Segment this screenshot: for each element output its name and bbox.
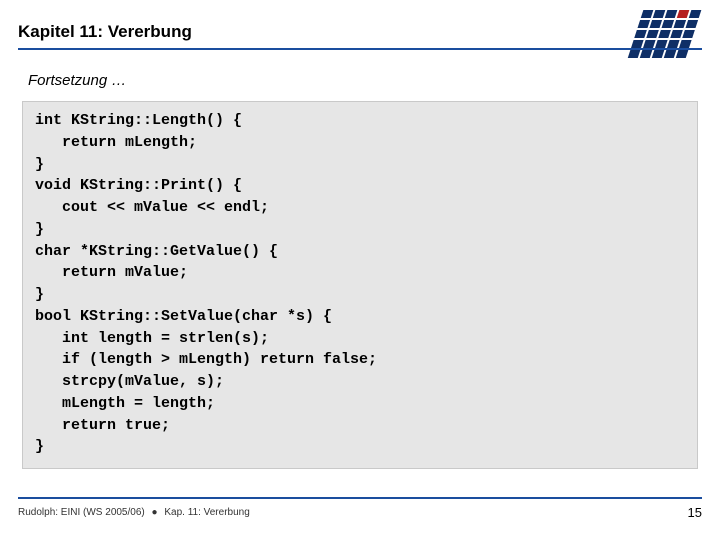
- slide-footer: Rudolph: EINI (WS 2005/06) ● Kap. 11: Ve…: [0, 499, 720, 520]
- logo-graphic: [616, 8, 706, 63]
- slide-header: Kapitel 11: Vererbung: [0, 0, 720, 58]
- footer-bullet: ●: [148, 507, 162, 518]
- footer-author: Rudolph: EINI (WS 2005/06): [18, 507, 145, 518]
- code-listing: int KString::Length() { return mLength; …: [22, 101, 698, 469]
- footer-chapter: Kap. 11: Vererbung: [164, 507, 249, 518]
- footer-left: Rudolph: EINI (WS 2005/06) ● Kap. 11: Ve…: [18, 507, 250, 518]
- header-divider: [18, 48, 702, 50]
- chapter-title: Kapitel 11: Vererbung: [18, 22, 702, 42]
- page-number: 15: [688, 505, 702, 520]
- continuation-label: Fortsetzung …: [0, 58, 720, 101]
